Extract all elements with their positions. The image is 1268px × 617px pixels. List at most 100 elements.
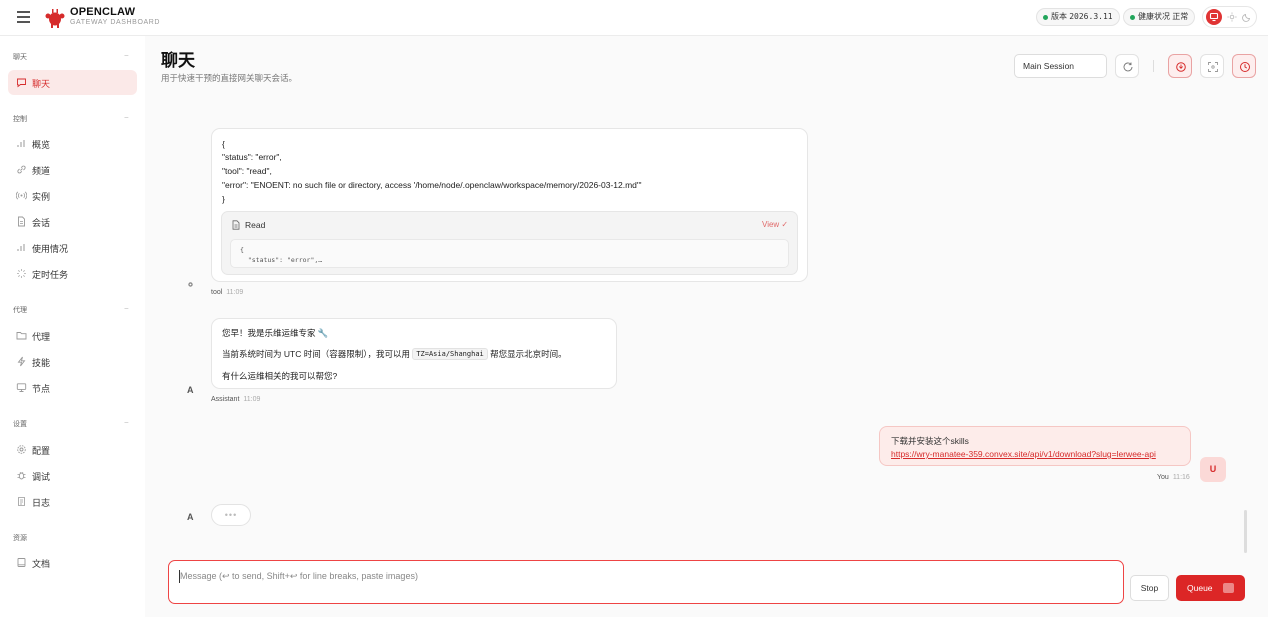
tool-message-bubble: { "status": "error", "tool": "read", "er… xyxy=(211,128,808,282)
message-text: 您早！我是乐维运维专家 🔧 xyxy=(222,328,329,338)
sidebar-item-label: 日志 xyxy=(32,498,51,508)
collapse-icon[interactable]: − xyxy=(124,304,129,313)
status-dot xyxy=(1043,15,1048,20)
collapse-icon[interactable]: − xyxy=(124,51,129,60)
user-avatar: U xyxy=(1200,457,1226,482)
sidebar-item-nodes[interactable]: 节点 xyxy=(8,375,137,400)
sidebar-section-settings: 设置 xyxy=(13,421,27,428)
message-text-part: 帮您显示北京时间。 xyxy=(490,349,567,359)
tool-call-card[interactable]: Read View ✓ { "status": "error",… xyxy=(221,211,798,275)
divider xyxy=(1153,60,1154,72)
message-text-part: 当前系统时间为 UTC 时间（容器限制），我可以用 xyxy=(222,349,410,359)
tool-output-line: } xyxy=(222,194,225,204)
document-icon xyxy=(232,220,240,230)
page-subtitle: 用于快速干预的直接网关聊天会话。 xyxy=(161,73,298,83)
keyboard-shortcut-icon xyxy=(1223,583,1234,593)
message-text: 下载并安装这个skills xyxy=(891,436,969,446)
tool-output-line: "status": "error", xyxy=(222,152,282,162)
sidebar-item-overview[interactable]: 概览 xyxy=(8,131,137,156)
tool-output-line: "error": "ENOENT: no such file or direct… xyxy=(222,180,642,190)
menu-icon[interactable] xyxy=(17,11,30,23)
document-icon xyxy=(18,216,25,227)
sun-icon[interactable] xyxy=(1227,12,1237,22)
monitor-icon xyxy=(16,383,27,392)
sidebar-item-agents[interactable]: 代理 xyxy=(8,323,137,348)
sidebar-item-logs[interactable]: 日志 xyxy=(8,489,137,514)
sidebar-item-label: 会话 xyxy=(32,218,51,228)
sidebar-item-label: 技能 xyxy=(32,358,51,368)
stop-button[interactable]: Stop xyxy=(1130,575,1169,601)
tool-output-line: "tool": "read", xyxy=(222,166,272,176)
clock-icon xyxy=(1240,62,1250,72)
sidebar-item-chat[interactable]: 聊天 xyxy=(8,70,137,95)
folder-icon xyxy=(16,332,27,340)
gear-icon xyxy=(17,445,26,454)
sidebar-item-usage[interactable]: 使用情况 xyxy=(8,235,137,260)
message-text: 当前系统时间为 UTC 时间（容器限制），我可以用 TZ=Asia/Shangh… xyxy=(222,348,567,360)
sidebar-item-instances[interactable]: 实例 xyxy=(8,183,137,208)
moon-icon[interactable] xyxy=(1242,12,1252,22)
thinking-toggle-button[interactable] xyxy=(1168,54,1192,78)
inline-code: TZ=Asia/Shanghai xyxy=(412,348,488,360)
brand-subtitle: GATEWAY DASHBOARD xyxy=(70,19,161,26)
sidebar-item-debug[interactable]: 调试 xyxy=(8,463,137,488)
sidebar-item-sessions[interactable]: 会话 xyxy=(8,209,137,234)
health-label: 健康状况 xyxy=(1138,12,1170,21)
sidebar-item-cron[interactable]: 定时任务 xyxy=(8,261,137,286)
assistant-message-bubble: 您早！我是乐维运维专家 🔧 当前系统时间为 UTC 时间（容器限制），我可以用 … xyxy=(211,318,617,389)
sidebar-item-label: 文档 xyxy=(32,559,51,569)
tool-output-preview: { "status": "error",… xyxy=(230,239,789,268)
tool-card-title: Read xyxy=(245,220,266,230)
sidebar-item-label: 配置 xyxy=(32,446,51,456)
tool-message-meta: tool 11:09 xyxy=(211,289,243,296)
timestamp: 11:09 xyxy=(226,289,244,296)
timestamp: 11:09 xyxy=(243,396,261,403)
sidebar-item-skills[interactable]: 技能 xyxy=(8,349,137,374)
chat-scrollbar[interactable] xyxy=(1244,510,1247,553)
sidebar-section-resources: 资源 xyxy=(13,535,27,542)
sidebar-item-config[interactable]: 配置 xyxy=(8,437,137,462)
history-button[interactable] xyxy=(1232,54,1256,78)
bug-icon xyxy=(17,471,26,480)
message-input-placeholder: Message (↩ to send, Shift+↩ for line bre… xyxy=(180,571,418,581)
user-message-bubble: 下载并安装这个skills https://wry-manatee-359.co… xyxy=(879,426,1191,466)
openclaw-logo xyxy=(45,9,65,28)
page-title: 聊天 xyxy=(161,51,195,70)
version-pill: 版本 2026.3.11 xyxy=(1036,8,1120,26)
bar-chart-icon xyxy=(17,140,25,147)
sidebar-item-label: 频道 xyxy=(32,166,51,176)
assistant-avatar: A xyxy=(187,512,194,522)
tool-view-link[interactable]: View ✓ xyxy=(762,220,788,229)
sender-name: Assistant xyxy=(211,396,240,403)
collapse-icon[interactable]: − xyxy=(124,113,129,122)
message-text: 有什么运维相关的我可以帮您? xyxy=(222,371,338,381)
sidebar-item-channels[interactable]: 频道 xyxy=(8,157,137,182)
health-pill: 健康状况 正常 xyxy=(1123,8,1196,26)
refresh-button[interactable] xyxy=(1115,54,1139,78)
sidebar-item-label: 节点 xyxy=(32,384,51,394)
focus-mode-button[interactable] xyxy=(1200,54,1224,78)
typing-indicator: ••• xyxy=(211,504,251,526)
theme-system-button[interactable] xyxy=(1206,9,1222,25)
user-message-meta: You 11:16 xyxy=(1157,474,1190,481)
sidebar-item-label: 实例 xyxy=(32,192,51,202)
queue-button[interactable]: Queue xyxy=(1176,575,1245,601)
session-select[interactable]: Main Session xyxy=(1014,54,1107,78)
bolt-icon xyxy=(17,356,26,367)
radio-icon xyxy=(16,191,27,200)
collapse-icon[interactable]: − xyxy=(124,418,129,427)
sender-name: You xyxy=(1157,474,1169,481)
sidebar-item-label: 概览 xyxy=(32,140,51,150)
sidebar-item-docs[interactable]: 文档 xyxy=(8,550,137,575)
scroll-icon xyxy=(18,497,25,506)
loader-icon xyxy=(17,269,26,278)
chat-icon xyxy=(17,78,26,88)
message-input[interactable]: Message (↩ to send, Shift+↩ for line bre… xyxy=(168,560,1124,604)
sidebar: 聊天 − 聊天 控制 − 概览 频道 实例 会话 使用情况 定时任务 代理 − … xyxy=(0,36,145,617)
bar-chart-icon xyxy=(17,244,25,251)
tool-output-line: { xyxy=(222,139,225,149)
message-link[interactable]: https://wry-manatee-359.convex.site/api/… xyxy=(891,449,1156,459)
sidebar-item-label: 使用情况 xyxy=(32,244,69,254)
sidebar-item-label: 调试 xyxy=(32,472,51,482)
assistant-avatar: A xyxy=(187,385,194,395)
